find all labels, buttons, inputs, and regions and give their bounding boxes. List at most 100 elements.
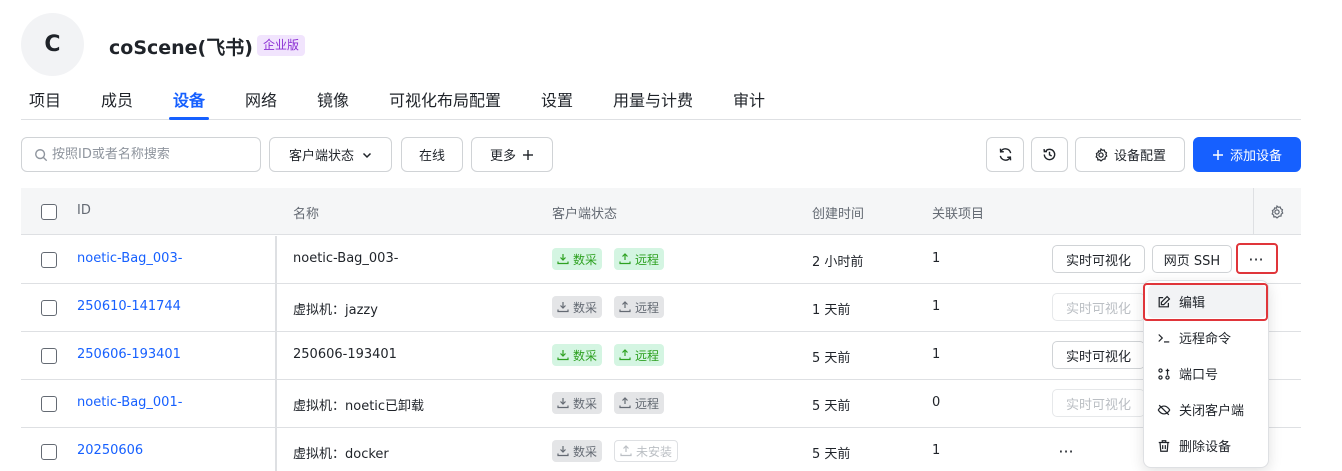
device-id-link[interactable]: noetic-Bag_003-	[77, 251, 182, 266]
column-header-name[interactable]: 名称	[293, 203, 319, 222]
download-tray-icon	[557, 446, 569, 457]
device-id-link[interactable]: 20250606	[77, 443, 143, 458]
download-tray-icon	[557, 350, 569, 361]
row-checkbox[interactable]	[41, 348, 57, 364]
menu-item-remote-command[interactable]: 远程命令	[1148, 321, 1266, 354]
download-tray-icon	[557, 398, 569, 409]
related-projects-count: 1	[932, 299, 941, 314]
client-status-filter[interactable]: 客户端状态	[269, 137, 392, 172]
tab-projects[interactable]: 项目	[29, 87, 61, 111]
online-filter[interactable]: 在线	[401, 137, 463, 172]
more-actions-button[interactable]: ···	[1049, 437, 1083, 465]
remote-status-tag: 远程	[614, 248, 665, 270]
table-row[interactable]: 250606-193401 250606-193401 数采 远程 5 天前 1…	[21, 332, 1301, 380]
search-box[interactable]	[21, 137, 261, 172]
table-row[interactable]: noetic-Bag_001- 虚拟机：noetic已卸载 数采 远程 5 天前…	[21, 380, 1301, 428]
upload-tray-icon	[619, 253, 631, 265]
realtime-visualize-button[interactable]: 实时可视化	[1052, 245, 1145, 273]
select-all-checkbox[interactable]	[41, 204, 57, 220]
related-projects-count: 0	[932, 395, 941, 410]
upload-tray-icon	[620, 445, 632, 457]
collect-status-tag: 数采	[552, 392, 603, 414]
refresh-icon	[999, 148, 1011, 161]
eye-off-icon	[1157, 404, 1171, 415]
table-row[interactable]: noetic-Bag_003- noetic-Bag_003- 数采 远程 2 …	[21, 236, 1301, 284]
collect-status-tag: 数采	[552, 344, 603, 366]
org-tabs: 项目 成员 设备 网络 镜像 可视化布局配置 设置 用量与计费 审计	[21, 79, 1301, 120]
upload-tray-icon	[619, 397, 631, 409]
realtime-visualize-button[interactable]: 实时可视化	[1052, 293, 1145, 321]
menu-item-label: 远程命令	[1179, 332, 1232, 347]
client-status-filter-label: 客户端状态	[288, 149, 354, 164]
row-checkbox[interactable]	[41, 252, 57, 268]
terminal-icon	[1158, 333, 1170, 343]
tab-audit[interactable]: 审计	[733, 87, 765, 111]
tab-network[interactable]: 网络	[245, 87, 277, 111]
created-time: 5 天前	[812, 399, 851, 414]
search-icon	[35, 148, 48, 161]
realtime-visualize-button[interactable]: 实时可视化	[1052, 389, 1145, 417]
plus-icon	[523, 149, 533, 160]
column-header-created-time[interactable]: 创建时间	[812, 203, 864, 222]
header-divider	[1253, 188, 1254, 235]
history-icon	[1043, 148, 1056, 161]
device-name: 虚拟机：docker	[293, 447, 389, 462]
row-checkbox[interactable]	[41, 396, 57, 412]
related-projects-count: 1	[932, 443, 941, 458]
table-row[interactable]: 20250606 虚拟机：docker 数采 未安装 5 天前 1 ···	[21, 428, 1301, 471]
created-time: 5 天前	[812, 351, 851, 366]
highlight-box	[1143, 283, 1268, 321]
remote-status-tag: 远程	[614, 392, 665, 414]
menu-item-port[interactable]: 端口号	[1148, 357, 1266, 390]
refresh-button[interactable]	[986, 137, 1024, 172]
add-device-button[interactable]: 添加设备	[1193, 137, 1301, 172]
created-time: 2 小时前	[812, 255, 864, 270]
menu-item-label: 端口号	[1179, 368, 1219, 383]
device-name: 虚拟机：noetic已卸载	[293, 399, 425, 414]
tab-usage-billing[interactable]: 用量与计费	[613, 87, 693, 111]
row-checkbox[interactable]	[41, 444, 57, 460]
plus-icon	[1212, 149, 1223, 160]
column-header-related-projects[interactable]: 关联项目	[932, 203, 984, 222]
device-id-link[interactable]: 250610-141744	[77, 299, 181, 314]
tab-settings[interactable]: 设置	[541, 87, 573, 111]
tab-images[interactable]: 镜像	[317, 87, 349, 111]
table-row[interactable]: 250610-141744 虚拟机：jazzy 数采 远程 1 天前 1 实时可…	[21, 284, 1301, 332]
device-name: 虚拟机：jazzy	[293, 303, 378, 318]
web-ssh-button[interactable]: 网页 SSH	[1152, 245, 1232, 273]
tab-visual-layout[interactable]: 可视化布局配置	[389, 87, 501, 111]
tab-devices[interactable]: 设备	[173, 87, 205, 111]
device-config-label: 设备配置	[1113, 149, 1166, 164]
active-tab-indicator	[169, 117, 209, 120]
device-id-link[interactable]: 250606-193401	[77, 347, 181, 362]
history-button[interactable]	[1031, 137, 1068, 172]
menu-item-delete-device[interactable]: 删除设备	[1148, 429, 1266, 462]
trash-icon	[1158, 439, 1170, 452]
chevron-down-icon	[362, 152, 372, 158]
menu-item-close-client[interactable]: 关闭客户端	[1148, 393, 1266, 426]
remote-status-tag: 远程	[614, 296, 665, 318]
plan-badge: 企业版	[257, 35, 306, 56]
related-projects-count: 1	[932, 251, 941, 266]
download-tray-icon	[557, 254, 569, 265]
device-config-button[interactable]: 设备配置	[1075, 137, 1185, 172]
realtime-visualize-button[interactable]: 实时可视化	[1052, 341, 1145, 369]
tab-members[interactable]: 成员	[101, 87, 133, 111]
more-filters-button[interactable]: 更多	[471, 137, 553, 172]
related-projects-count: 1	[932, 347, 941, 362]
table-settings-icon[interactable]	[1270, 205, 1284, 219]
remote-status-tag: 未安装	[614, 440, 679, 462]
device-id-link[interactable]: noetic-Bag_001-	[77, 395, 182, 410]
upload-tray-icon	[619, 301, 631, 313]
online-filter-label: 在线	[418, 149, 445, 164]
collect-status-tag: 数采	[552, 296, 603, 318]
download-tray-icon	[557, 302, 569, 313]
row-checkbox[interactable]	[41, 300, 57, 316]
upload-tray-icon	[619, 349, 631, 361]
column-header-client-status[interactable]: 客户端状态	[552, 203, 617, 222]
org-avatar: C	[21, 13, 84, 76]
collect-status-tag: 数采	[552, 440, 603, 462]
column-header-id[interactable]: ID	[77, 203, 91, 218]
search-input[interactable]	[52, 147, 252, 162]
created-time: 1 天前	[812, 303, 851, 318]
